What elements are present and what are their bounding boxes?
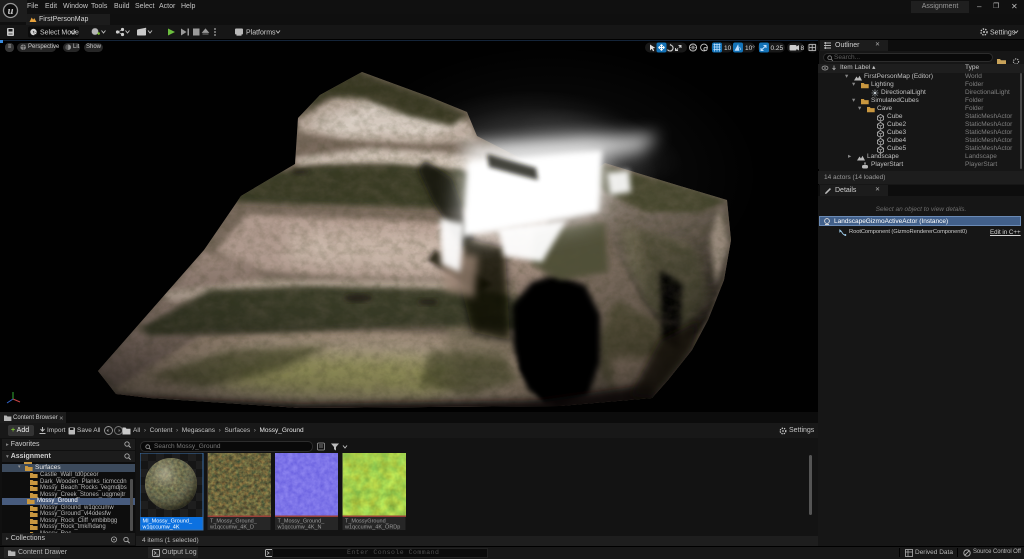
- svg-text:10°: 10°: [745, 44, 755, 52]
- svg-text:10: 10: [724, 45, 732, 52]
- svg-text:Platforms: Platforms: [246, 30, 276, 37]
- svg-text:0.25: 0.25: [771, 45, 784, 52]
- svg-text:w1qccumw_4K_N: w1qccumw_4K_N: [277, 525, 322, 531]
- svg-text:w1qccumw_4K_D: w1qccumw_4K_D: [209, 525, 254, 531]
- svg-text:u: u: [8, 6, 14, 17]
- svg-text:Settings: Settings: [990, 30, 1016, 37]
- svg-text:w1qccumw_4K_ORDp: w1qccumw_4K_ORDp: [344, 525, 400, 531]
- svg-text:Select Mode: Select Mode: [40, 30, 79, 37]
- svg-text:8: 8: [801, 45, 805, 52]
